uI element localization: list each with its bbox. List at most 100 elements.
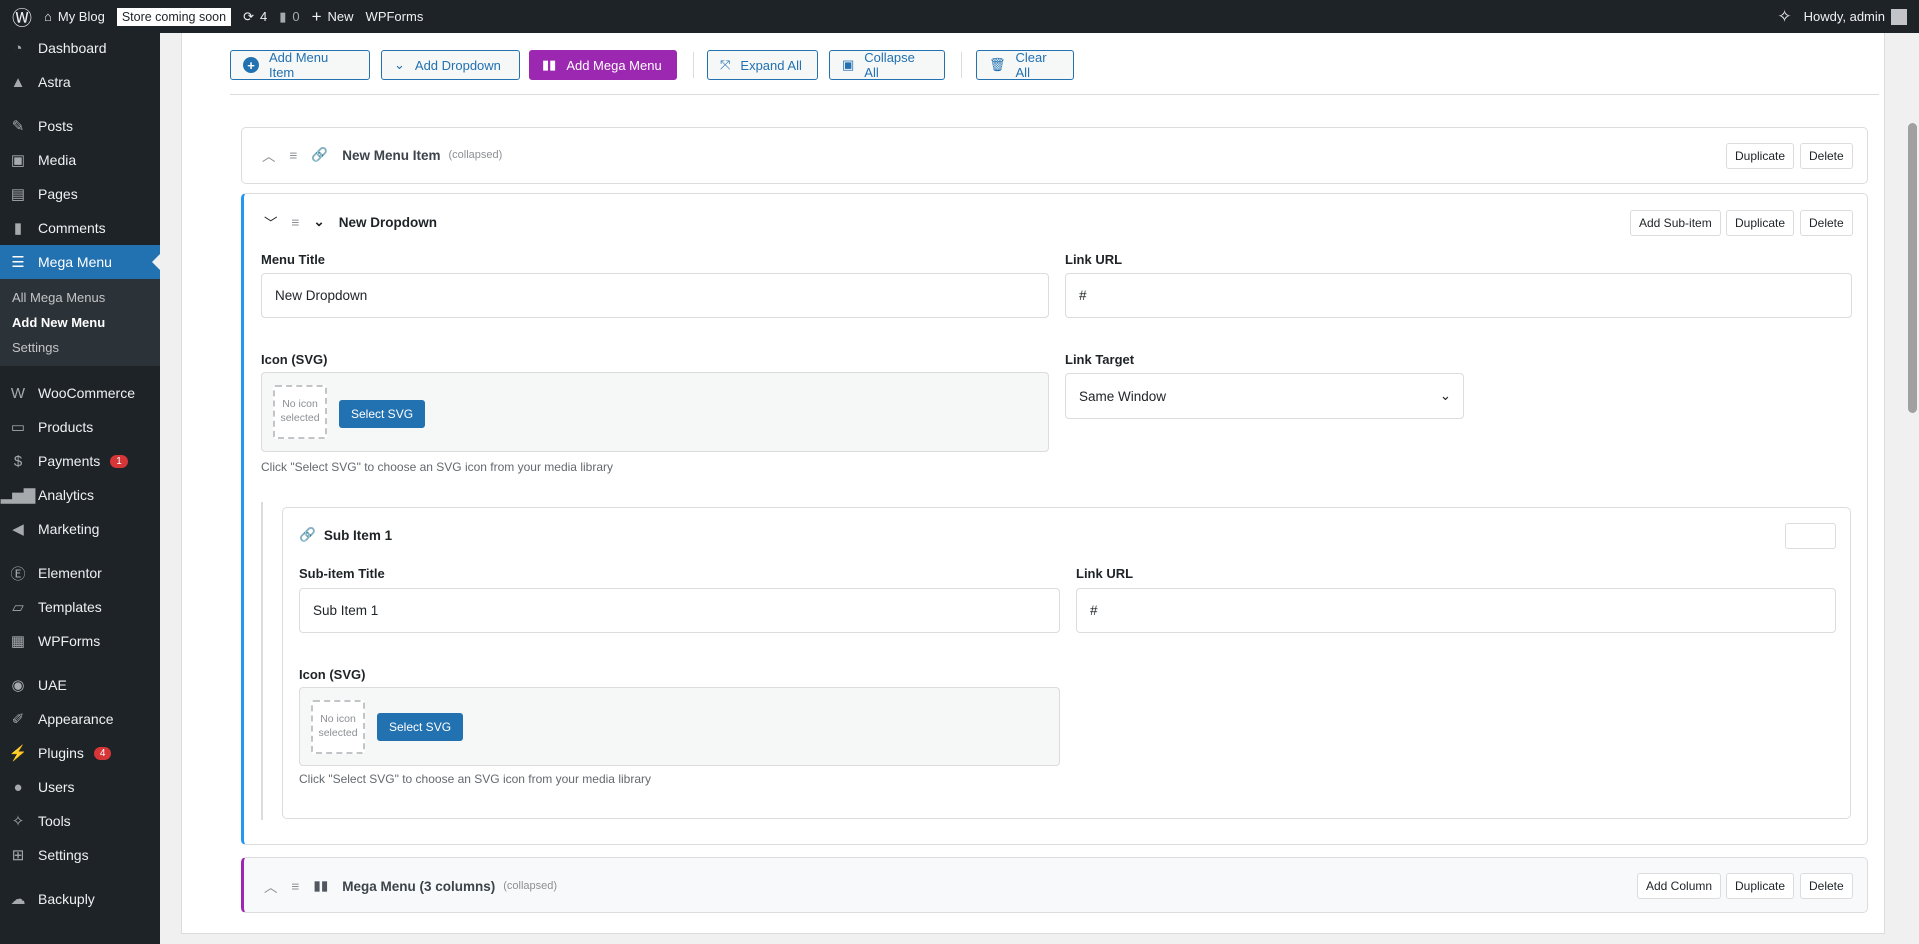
- sidebar-item-pages[interactable]: ▤ Pages: [0, 177, 160, 211]
- uae-icon: ◉: [11, 677, 25, 694]
- collapse-all-button[interactable]: ▣ Collapse All: [829, 50, 945, 80]
- sidebar-item-wpforms[interactable]: ▦ WPForms: [0, 624, 160, 658]
- wrench-icon: ✧: [11, 813, 25, 830]
- expand-icon: ⤧: [720, 57, 731, 72]
- sub-link-url-input[interactable]: #: [1076, 588, 1836, 633]
- site-link[interactable]: ⌂ My Blog: [44, 0, 105, 33]
- drag-handle-icon[interactable]: ≡: [292, 215, 300, 230]
- brush-icon: ✐: [11, 711, 25, 728]
- menu-title-label: Menu Title: [261, 252, 326, 267]
- delete-button[interactable]: Delete: [1800, 873, 1853, 899]
- drag-handle-icon[interactable]: ≡: [292, 879, 300, 894]
- chevron-down-icon[interactable]: ﹀: [264, 212, 278, 232]
- chevron-up-icon[interactable]: ︿: [262, 145, 276, 165]
- sidebar-item-label: Comments: [38, 220, 106, 236]
- sidebar-item-uae[interactable]: ◉ UAE: [0, 668, 160, 702]
- sidebar-item-woocommerce[interactable]: W WooCommerce: [0, 376, 160, 410]
- howdy-label: Howdy, admin: [1803, 9, 1885, 24]
- new-link[interactable]: + New: [312, 0, 354, 33]
- sidebar-item-users[interactable]: ● Users: [0, 770, 160, 804]
- sidebar-item-label: Astra: [38, 74, 71, 90]
- link-target-select[interactable]: Same Window ⌄: [1065, 373, 1464, 419]
- store-badge[interactable]: Store coming soon: [116, 7, 232, 26]
- submenu-item[interactable]: Add New Menu: [0, 310, 160, 335]
- sidebar-item-products[interactable]: ▭ Products: [0, 410, 160, 444]
- sidebar-item-label: WPForms: [38, 633, 101, 649]
- add-menu-item-button[interactable]: + Add Menu Item: [230, 50, 370, 80]
- sidebar-item-payments[interactable]: $ Payments 1: [0, 444, 160, 478]
- drag-handle-icon[interactable]: ≡: [290, 148, 298, 163]
- comment-icon: ▮: [279, 8, 287, 24]
- item-title: New Dropdown: [338, 214, 437, 230]
- submenu-item[interactable]: Settings: [0, 335, 160, 360]
- admin-sidebar: ◔ Dashboard ▲ Astra ✎ Posts ▣ Media ▤ Pages ▮ Comme…: [0, 33, 160, 944]
- add-sub-item-button[interactable]: Add Sub-item: [1630, 210, 1721, 236]
- chevron-up-icon[interactable]: ︿: [264, 876, 278, 896]
- chevron-down-icon: ⌄: [394, 57, 405, 72]
- clear-all-button[interactable]: 🗑 Clear All: [976, 50, 1074, 80]
- wpforms-link[interactable]: WPForms: [366, 0, 424, 33]
- label: Add Dropdown: [414, 57, 501, 73]
- submenu-item[interactable]: All Mega Menus: [0, 285, 160, 310]
- sidebar-item-label: Users: [38, 779, 75, 795]
- scrollbar[interactable]: [1906, 33, 1919, 944]
- duplicate-button[interactable]: Duplicate: [1726, 143, 1795, 169]
- sidebar-item-comments[interactable]: ▮ Comments: [0, 211, 160, 245]
- delete-button[interactable]: Delete: [1800, 210, 1853, 236]
- sidebar-item-elementor[interactable]: Ⓔ Elementor: [0, 556, 160, 590]
- sidebar-item-marketing[interactable]: ◀ Marketing: [0, 512, 160, 546]
- delete-button[interactable]: Delete: [1800, 143, 1853, 169]
- sub-item-action-button[interactable]: [1785, 523, 1836, 549]
- duplicate-button[interactable]: Duplicate: [1726, 873, 1795, 899]
- comments-link[interactable]: ▮ 0: [279, 0, 299, 33]
- columns-icon: ▮▮: [542, 57, 557, 72]
- expand-all-button[interactable]: ⤧ Expand All: [707, 50, 818, 80]
- add-dropdown-button[interactable]: ⌄ Add Dropdown: [381, 50, 520, 80]
- sidebar-item-dashboard[interactable]: ◔ Dashboard: [0, 31, 160, 65]
- sidebar-item-label: Media: [38, 152, 77, 168]
- sidebar-item-astra[interactable]: ▲ Astra: [0, 65, 160, 99]
- add-mega-menu-button[interactable]: ▮▮ Add Mega Menu: [529, 50, 677, 80]
- sidebar-item-settings[interactable]: ⊞ Settings: [0, 838, 160, 872]
- select-svg-button[interactable]: Select SVG: [377, 713, 464, 741]
- elementor-icon: Ⓔ: [10, 565, 26, 583]
- sidebar-item-posts[interactable]: ✎ Posts: [0, 109, 160, 143]
- chevron-down-icon: ⌄: [1439, 388, 1451, 403]
- selected-value: Same Window: [1079, 388, 1167, 404]
- updates-count: 4: [259, 9, 268, 24]
- plus-circle-icon: +: [243, 57, 259, 73]
- sparkle-icon[interactable]: ✧: [1777, 0, 1791, 33]
- sub-title-input[interactable]: Sub Item 1: [299, 588, 1060, 633]
- sidebar-item-media[interactable]: ▣ Media: [0, 143, 160, 177]
- item-state: (collapsed): [448, 149, 503, 161]
- sub-icon-label: Icon (SVG): [299, 667, 366, 682]
- updates-link[interactable]: ⟳ 4: [243, 0, 267, 33]
- select-svg-button[interactable]: Select SVG: [339, 400, 426, 428]
- no-icon-placeholder: No icon selected: [311, 700, 365, 754]
- menu-title-input[interactable]: New Dropdown: [261, 273, 1049, 318]
- sidebar-item-mega-menu[interactable]: ☰ Mega Menu: [0, 245, 160, 279]
- duplicate-button[interactable]: Duplicate: [1726, 210, 1795, 236]
- sidebar-item-backuply[interactable]: ☁ Backuply: [0, 882, 160, 916]
- link-url-input[interactable]: #: [1065, 273, 1852, 318]
- add-column-button[interactable]: Add Column: [1637, 873, 1722, 899]
- sidebar-item-label: Backuply: [38, 891, 95, 907]
- account-menu[interactable]: Howdy, admin: [1804, 0, 1907, 33]
- icon-help-text: Click "Select SVG" to choose an SVG icon…: [299, 772, 651, 786]
- settings-icon: ⊞: [11, 847, 25, 864]
- icon-help-text: Click "Select SVG" to choose an SVG icon…: [261, 460, 613, 474]
- wordpress-logo-icon[interactable]: Ⓦ: [12, 0, 32, 33]
- divider: [961, 52, 962, 78]
- plug-icon: ⚡: [8, 745, 28, 762]
- sidebar-item-plugins[interactable]: ⚡ Plugins 4: [0, 736, 160, 770]
- sidebar-item-templates[interactable]: ▱ Templates: [0, 590, 160, 624]
- menu-icon: ☰: [11, 254, 25, 271]
- item-state: (collapsed): [503, 880, 558, 892]
- woo-icon: W: [10, 384, 26, 402]
- sidebar-item-tools[interactable]: ✧ Tools: [0, 804, 160, 838]
- sidebar-item-appearance[interactable]: ✐ Appearance: [0, 702, 160, 736]
- sidebar-item-analytics[interactable]: ▂▅▇ Analytics: [0, 478, 160, 512]
- astra-icon: ▲: [10, 73, 26, 91]
- pages-icon: ▤: [10, 186, 26, 203]
- archive-icon: ▭: [10, 419, 26, 436]
